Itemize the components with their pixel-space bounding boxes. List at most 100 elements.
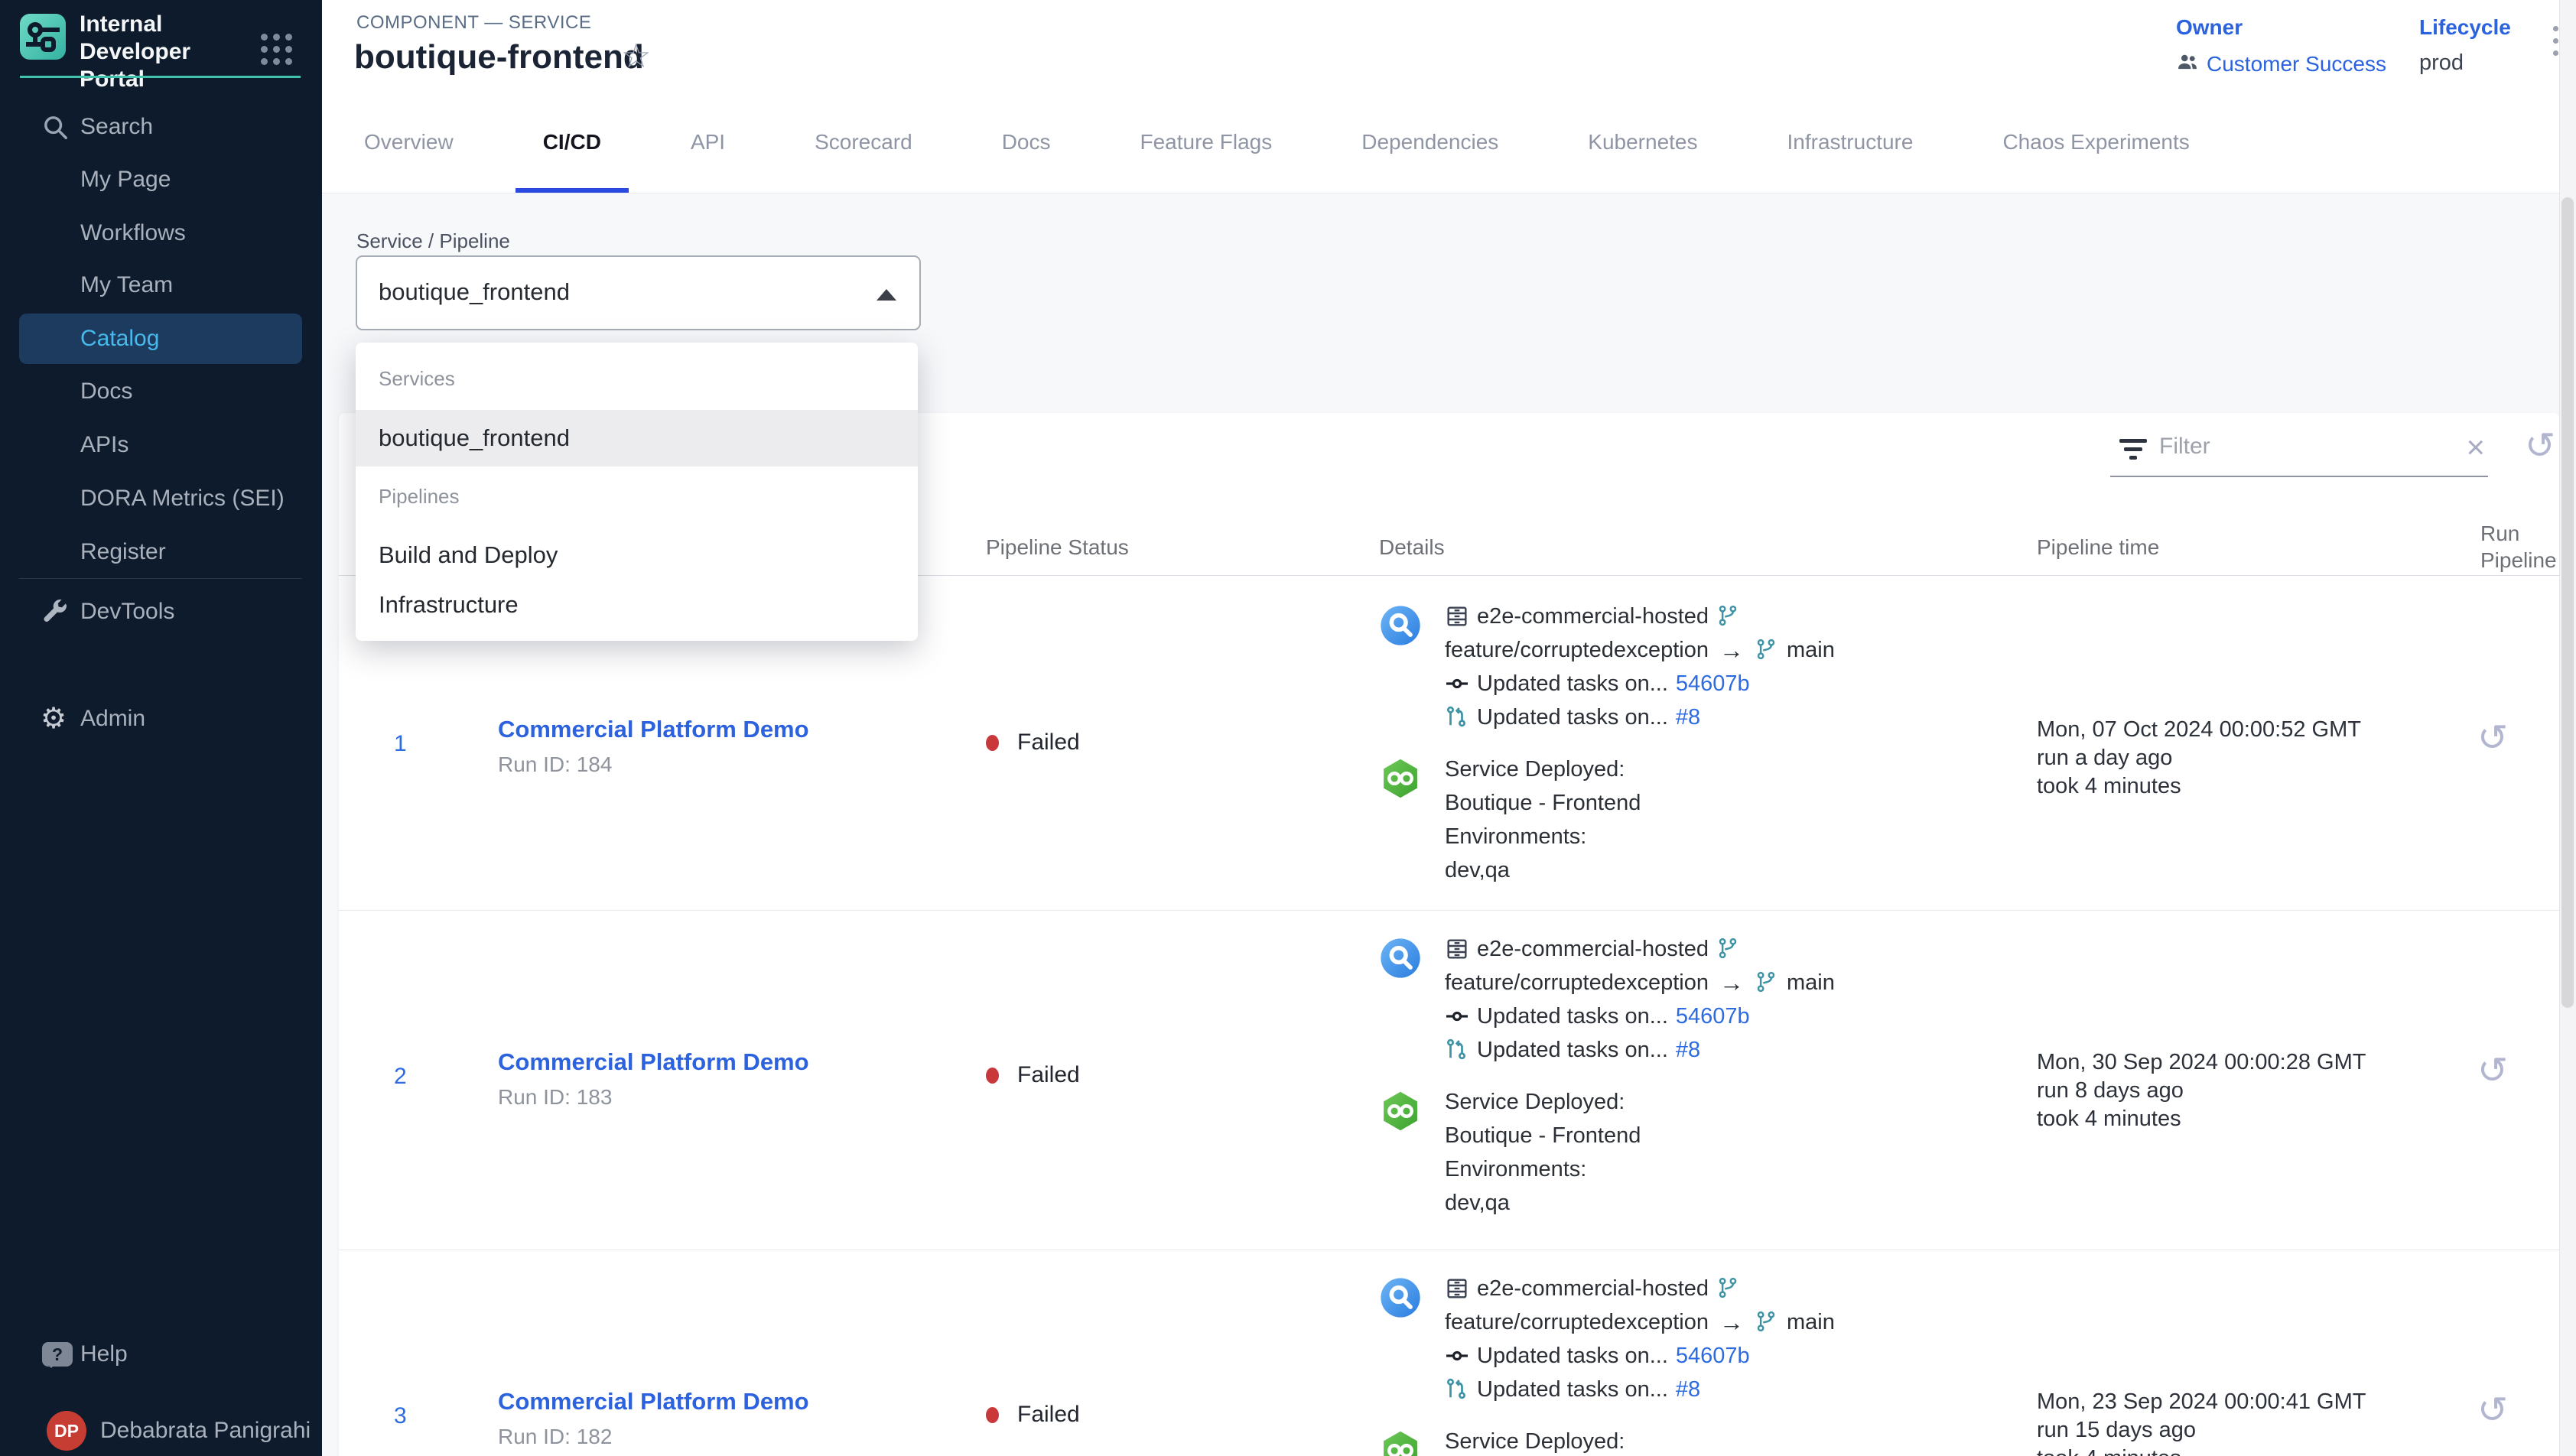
deployed-service: Boutique - Frontend: [1445, 1119, 1641, 1152]
owner-block: Owner Customer Success: [2176, 15, 2386, 77]
pr-link[interactable]: #8: [1676, 1377, 1700, 1402]
status-label: Failed: [1017, 1062, 1080, 1088]
run-id: Run ID: 183: [498, 1085, 809, 1110]
sidebar-item-label: My Page: [80, 167, 171, 193]
dropdown-option-infrastructure[interactable]: Infrastructure: [356, 580, 918, 629]
sidebar-item-label: My Team: [80, 272, 173, 298]
arrow-right-icon: →: [1719, 969, 1744, 997]
filter-icon: [2118, 439, 2148, 462]
favorite-star-icon[interactable]: ☆: [621, 40, 651, 73]
cd-module-icon: [1379, 1090, 1422, 1133]
commit-link[interactable]: 54607b: [1676, 1344, 1750, 1369]
select-value: boutique_frontend: [379, 278, 570, 306]
target-branch: main: [1787, 1310, 1835, 1335]
run-relative-time: run 8 days ago: [2037, 1077, 2366, 1105]
repo-name[interactable]: e2e-commercial-hosted: [1477, 1276, 1709, 1302]
tab-docs[interactable]: Docs: [974, 92, 1078, 193]
git-branch-icon: [1755, 1310, 1779, 1334]
filter-input[interactable]: [2158, 433, 2413, 460]
run-timestamp: Mon, 23 Sep 2024 00:00:41 GMT: [2037, 1388, 2366, 1416]
source-branch: feature/corruptedexception: [1445, 638, 1709, 663]
sidebar-item-help[interactable]: ? Help: [19, 1329, 302, 1380]
rerun-pipeline-icon[interactable]: ↺: [2477, 1393, 2508, 1429]
tab-scorecard[interactable]: Scorecard: [787, 92, 940, 193]
repository-icon: [1445, 604, 1469, 629]
tab-cicd[interactable]: CI/CD: [516, 92, 629, 193]
details-cell: e2e-commercial-hosted feature/corruptede…: [1379, 600, 1835, 887]
app-switcher-icon[interactable]: [261, 34, 292, 65]
repository-icon: [1445, 937, 1469, 961]
tab-kubernetes[interactable]: Kubernetes: [1560, 92, 1725, 193]
commit-link[interactable]: 54607b: [1676, 1004, 1750, 1029]
sidebar-item-apis[interactable]: APIs: [19, 420, 302, 470]
pr-link[interactable]: #8: [1676, 1038, 1700, 1063]
sidebar-item-devtools[interactable]: DevTools: [19, 587, 302, 637]
target-branch: main: [1787, 638, 1835, 663]
tab-chaos-experiments[interactable]: Chaos Experiments: [1975, 92, 2217, 193]
scrollbar-thumb[interactable]: [2561, 197, 2574, 1008]
tab-api[interactable]: API: [663, 92, 753, 193]
repo-name[interactable]: e2e-commercial-hosted: [1477, 937, 1709, 962]
user-avatar: DP: [47, 1411, 86, 1451]
col-pipeline-status: Pipeline Status: [986, 535, 1129, 560]
col-pipeline-time: Pipeline time: [2037, 535, 2159, 560]
sidebar-item-my-team[interactable]: My Team: [19, 260, 302, 310]
run-id: Run ID: 184: [498, 752, 809, 777]
deployed-label: Service Deployed:: [1445, 1425, 1641, 1456]
sidebar-item-dora-metrics[interactable]: DORA Metrics (SEI): [19, 473, 302, 524]
environments-value: dev,qa: [1445, 853, 1641, 887]
dropdown-option-boutique-frontend[interactable]: boutique_frontend: [356, 410, 918, 466]
tab-overview[interactable]: Overview: [337, 92, 481, 193]
sidebar-item-admin[interactable]: ⚙ Admin: [19, 694, 302, 744]
lifecycle-label: Lifecycle: [2419, 15, 2511, 40]
sidebar-item-label: Admin: [80, 706, 145, 732]
sidebar-item-register[interactable]: Register: [19, 527, 302, 577]
arrow-right-icon: →: [1719, 1308, 1744, 1337]
commit-message: Updated tasks on...: [1477, 671, 1668, 697]
commit-icon: [1445, 671, 1469, 696]
tab-feature-flags[interactable]: Feature Flags: [1113, 92, 1300, 193]
help-icon: ?: [42, 1342, 73, 1367]
rerun-pipeline-icon[interactable]: ↺: [2477, 1053, 2508, 1090]
tab-dependencies[interactable]: Dependencies: [1334, 92, 1526, 193]
pipeline-name-link[interactable]: Commercial Platform Demo: [498, 1048, 809, 1076]
sidebar-item-label: Help: [80, 1341, 128, 1367]
sidebar-item-my-page[interactable]: My Page: [19, 154, 302, 205]
refresh-table-icon[interactable]: ↺: [2525, 428, 2555, 465]
more-options-icon[interactable]: [2553, 26, 2558, 56]
pr-link[interactable]: #8: [1676, 705, 1700, 730]
pr-message: Updated tasks on...: [1477, 1377, 1668, 1402]
sidebar-item-catalog[interactable]: Catalog: [19, 314, 302, 364]
lifecycle-value: prod: [2419, 50, 2511, 76]
details-cell: e2e-commercial-hosted feature/corruptede…: [1379, 1272, 1835, 1456]
pipeline-name-link[interactable]: Commercial Platform Demo: [498, 1388, 809, 1415]
ci-module-icon: [1379, 1276, 1422, 1319]
failed-status-dot: [986, 1407, 999, 1423]
rerun-pipeline-icon[interactable]: ↺: [2477, 720, 2508, 757]
cd-module-icon: [1379, 757, 1422, 800]
owner-link[interactable]: Customer Success: [2207, 52, 2386, 76]
row-index: 1: [394, 731, 407, 757]
people-icon: [2176, 50, 2199, 77]
sidebar-item-label: Search: [80, 114, 153, 140]
sidebar-user-menu[interactable]: DP Debabrata Panigrahi: [19, 1406, 302, 1456]
status-cell: Failed: [986, 730, 1080, 756]
repo-name[interactable]: e2e-commercial-hosted: [1477, 604, 1709, 629]
git-branch-icon: [1716, 604, 1741, 629]
service-pipeline-select[interactable]: boutique_frontend: [356, 255, 921, 330]
dropdown-option-build-and-deploy[interactable]: Build and Deploy: [356, 531, 918, 580]
app-title: Internal Developer Portal: [80, 11, 255, 93]
dropdown-group-services: Services: [379, 367, 455, 391]
service-pipeline-dropdown-menu: Services boutique_frontend Pipelines Bui…: [356, 343, 918, 641]
sidebar-item-docs[interactable]: Docs: [19, 366, 302, 417]
source-branch: feature/corruptedexception: [1445, 1310, 1709, 1335]
commit-link[interactable]: 54607b: [1676, 671, 1750, 697]
git-branch-icon: [1755, 970, 1779, 995]
sidebar-item-search[interactable]: Search: [19, 102, 302, 152]
cd-module-icon: [1379, 1429, 1422, 1456]
pipeline-name-link[interactable]: Commercial Platform Demo: [498, 716, 809, 743]
clear-filter-icon[interactable]: ×: [2466, 431, 2485, 463]
table-row: 2 Commercial Platform Demo Run ID: 183 F…: [339, 910, 2560, 1243]
tab-infrastructure[interactable]: Infrastructure: [1760, 92, 1941, 193]
sidebar-item-workflows[interactable]: Workflows: [19, 208, 302, 258]
